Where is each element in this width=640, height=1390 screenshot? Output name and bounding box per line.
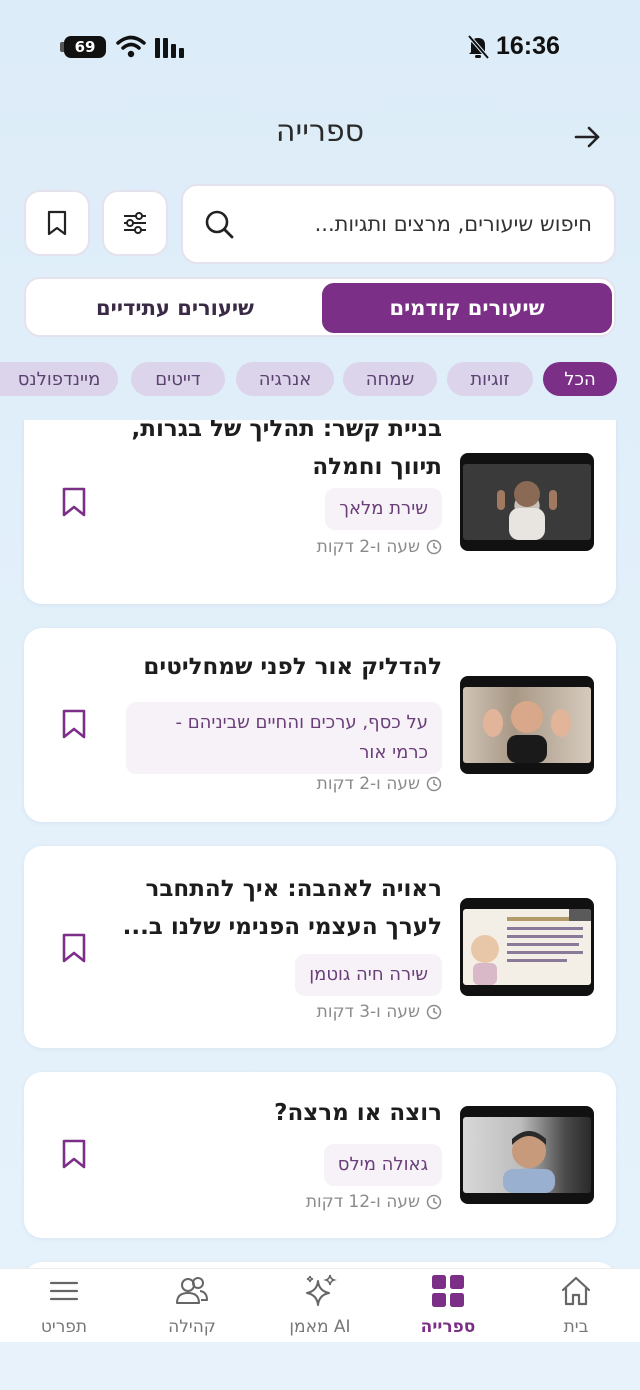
chip-mindfulness[interactable]: מיינדפולנס <box>0 362 118 396</box>
bookmark-icon <box>47 210 67 236</box>
bottom-tab-bar: בית ספרייה מאמן AI קהילה תפריט <box>0 1268 640 1342</box>
bookmark-icon[interactable] <box>60 486 88 518</box>
lesson-speaker: גאולה מילס <box>323 1144 442 1186</box>
clock-icon <box>426 1194 442 1210</box>
lesson-card[interactable]: להדליק אור לפני שמחליטים על כסף, ערכים ו… <box>24 628 616 822</box>
battery-icon: 69 <box>60 36 106 58</box>
clock-icon <box>426 539 442 555</box>
lesson-duration: שעה ו-2 דקות <box>317 774 442 794</box>
clock-icon <box>426 1004 442 1020</box>
back-arrow-icon[interactable] <box>572 122 602 152</box>
chip-couples[interactable]: זוגיות <box>447 362 533 396</box>
chip-all[interactable]: הכל <box>543 362 617 396</box>
duration-text: שעה ו-2 דקות <box>316 774 420 794</box>
tab-home[interactable]: בית <box>512 1269 640 1343</box>
home-icon <box>561 1276 591 1306</box>
tab-menu[interactable]: תפריט <box>0 1269 128 1343</box>
search-input[interactable] <box>262 186 592 262</box>
tab-library[interactable]: ספרייה <box>384 1269 512 1343</box>
tab-ai-coach[interactable]: מאמן AI <box>256 1269 384 1343</box>
lesson-thumbnail <box>460 676 594 774</box>
clock-icon <box>426 776 442 792</box>
lesson-thumbnail <box>460 1106 594 1204</box>
tab-community[interactable]: קהילה <box>128 1269 256 1343</box>
grid-icon <box>432 1275 464 1307</box>
status-bar: 69 16:36 <box>0 0 640 95</box>
bookmark-icon[interactable] <box>60 932 88 964</box>
lessons-segmented-control: שיעורים קודמים שיעורים עתידיים <box>24 277 616 337</box>
status-time: 16:36 <box>496 32 560 60</box>
sparkles-icon <box>306 1274 337 1306</box>
lesson-card[interactable]: רוצה או מרצה? גאולה מילס שעה ו-12 דקות <box>24 1072 616 1238</box>
lesson-speaker: על כסף, ערכים והחיים שביניהם - כרמי אור <box>126 702 442 774</box>
lesson-speaker: שירת מלאך <box>325 488 442 530</box>
chip-joy[interactable]: שמחה <box>343 362 437 396</box>
bookmark-icon[interactable] <box>60 1138 88 1170</box>
category-chips: הכל זוגיות שמחה אנרגיה דייטים מיינדפולנס <box>0 362 640 398</box>
signal-icon <box>155 36 184 58</box>
duration-text: שעה ו-12 דקות <box>305 1192 420 1212</box>
tab-menu-label: תפריט <box>40 1317 88 1337</box>
tab-past-lessons[interactable]: שיעורים קודמים <box>322 283 612 333</box>
page-title: ספרייה <box>275 114 365 149</box>
tab-library-label: ספרייה <box>420 1317 476 1337</box>
lesson-title: ראויה לאהבה: איך להתחבר לערך העצמי הפנימ… <box>122 876 442 940</box>
lesson-duration: שעה ו-2 דקות <box>317 537 442 557</box>
lesson-card[interactable]: ראויה לאהבה: איך להתחבר לערך העצמי הפנימ… <box>24 846 616 1048</box>
saved-bookmarks-button[interactable] <box>24 190 90 256</box>
duration-text: שעה ו-3 דקות <box>316 1002 420 1022</box>
chip-dating[interactable]: דייטים <box>131 362 225 396</box>
wifi-icon <box>116 35 146 58</box>
tab-future-lessons[interactable]: שיעורים עתידיים <box>32 283 318 333</box>
lesson-speaker: שירה חיה גוטמן <box>295 954 442 996</box>
bell-off-icon <box>467 34 490 60</box>
tab-home-label: בית <box>563 1317 589 1337</box>
sliders-icon <box>124 212 146 234</box>
battery-level: 69 <box>74 38 96 56</box>
home-indicator-area <box>0 1342 640 1390</box>
lesson-title: להדליק אור לפני שמחליטים <box>143 654 442 680</box>
menu-icon <box>49 1281 79 1301</box>
duration-text: שעה ו-2 דקות <box>316 537 420 557</box>
lesson-title: בניית קשר: תהליך של בגרות, תיווך וחמלה <box>131 420 443 480</box>
filter-button[interactable] <box>102 190 168 256</box>
chip-energy[interactable]: אנרגיה <box>236 362 334 396</box>
search-icon[interactable] <box>203 208 235 240</box>
users-icon <box>176 1277 208 1304</box>
tab-ai-coach-label: מאמן AI <box>289 1317 351 1337</box>
tab-community-label: קהילה <box>168 1317 216 1337</box>
lesson-card[interactable]: בניית קשר: תהליך של בגרות, תיווך וחמלה ש… <box>24 420 616 604</box>
lesson-duration: שעה ו-3 דקות <box>317 1002 442 1022</box>
search-box <box>181 184 616 264</box>
lesson-thumbnail <box>460 453 594 551</box>
lesson-list: בניית קשר: תהליך של בגרות, תיווך וחמלה ש… <box>0 420 640 1268</box>
lesson-thumbnail <box>460 898 594 996</box>
bookmark-icon[interactable] <box>60 708 88 740</box>
lesson-duration: שעה ו-12 דקות <box>306 1192 442 1212</box>
lesson-title: רוצה או מרצה? <box>274 1100 442 1126</box>
